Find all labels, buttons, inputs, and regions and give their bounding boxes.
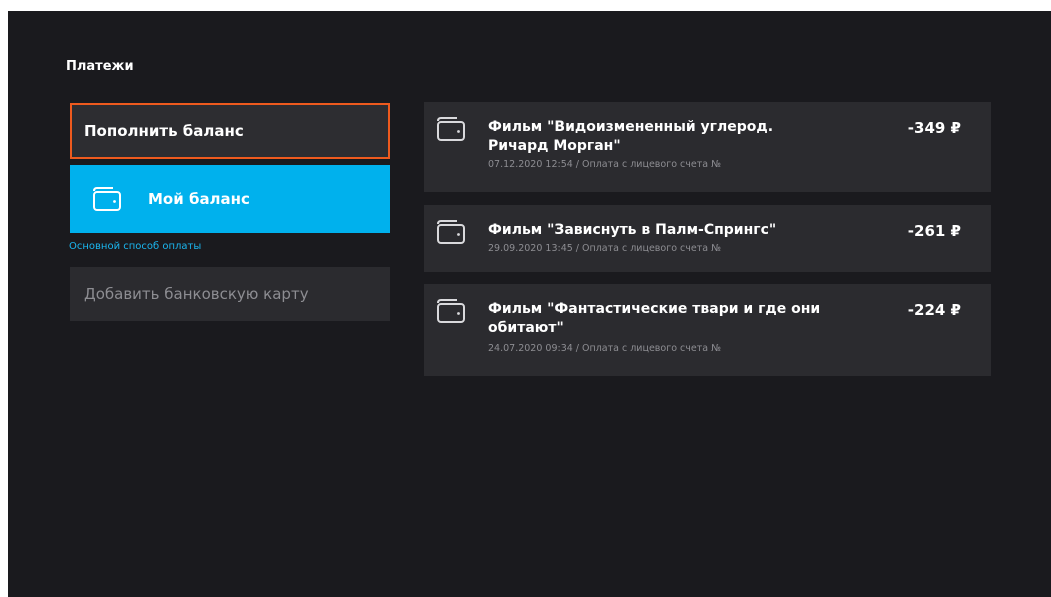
topup-balance-label: Пополнить баланс — [84, 122, 244, 140]
transaction-amount: -261 ₽ — [907, 222, 961, 240]
wallet-icon — [437, 220, 465, 244]
add-bank-card-label: Добавить банковскую карту — [84, 285, 309, 303]
wallet-icon — [437, 299, 465, 323]
my-balance-button[interactable]: Мой баланс — [70, 165, 390, 233]
transaction-title: Фильм "Фантастические твари и где они об… — [488, 301, 821, 336]
page-title: Платежи — [66, 59, 134, 74]
wallet-icon — [93, 187, 121, 211]
transaction-subtitle: 29.09.2020 13:45 / Оплата с лицевого сче… — [488, 243, 721, 254]
wallet-icon — [437, 117, 465, 141]
transaction-amount: -349 ₽ — [907, 119, 961, 137]
add-bank-card-button[interactable]: Добавить банковскую карту — [70, 267, 390, 321]
transaction-title: Фильм "Видоизмененный углерод. Ричард Мо… — [488, 119, 774, 154]
transaction-subtitle: 07.12.2020 12:54 / Оплата с лицевого сче… — [488, 159, 721, 170]
payments-screen: Платежи Пополнить баланс Мой баланс Осно… — [8, 11, 1051, 597]
my-balance-label: Мой баланс — [148, 190, 250, 208]
transaction-subtitle: 24.07.2020 09:34 / Оплата с лицевого сче… — [488, 343, 721, 354]
transaction-title: Фильм "Зависнуть в Палм-Спрингс" — [488, 222, 777, 238]
transaction-item[interactable]: Фильм "Фантастические твари и где они об… — [424, 284, 991, 376]
topup-balance-button[interactable]: Пополнить баланс — [70, 103, 390, 159]
main-payment-method-label: Основной способ оплаты — [69, 241, 202, 252]
transaction-amount: -224 ₽ — [907, 301, 961, 319]
transaction-item[interactable]: Фильм "Видоизмененный углерод. Ричард Мо… — [424, 102, 991, 192]
transaction-item[interactable]: Фильм "Зависнуть в Палм-Спрингс" 29.09.2… — [424, 205, 991, 272]
